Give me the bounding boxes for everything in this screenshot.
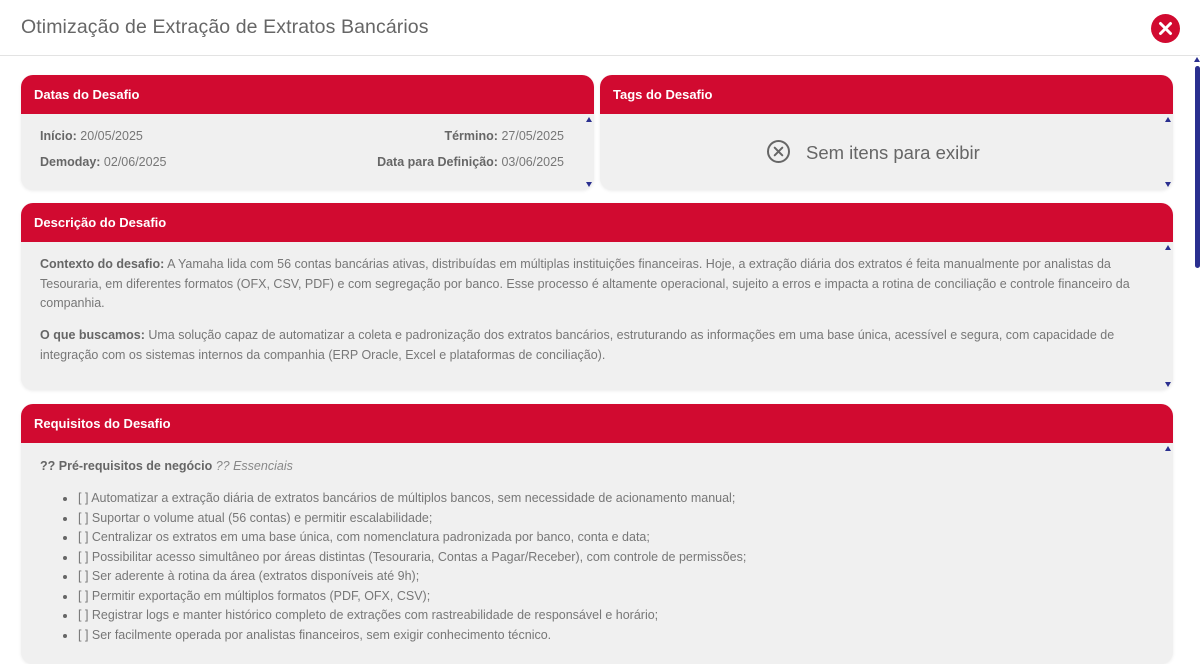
requirements-card-header: Requisitos do Desafio — [21, 404, 1173, 443]
tags-card: Tags do Desafio Sem itens para exibir — [600, 75, 1173, 190]
scroll-down-arrow-icon[interactable] — [586, 182, 592, 187]
context-text: A Yamaha lida com 56 contas bancárias at… — [40, 257, 1130, 310]
tags-card-title: Tags do Desafio — [613, 87, 713, 102]
list-item: [ ] Suportar o volume atual (56 contas) … — [62, 509, 746, 529]
start-date-label: Início: — [40, 129, 77, 143]
description-card-header: Descrição do Desafio — [21, 203, 1173, 242]
dates-card: Datas do Desafio Início: 20/05/2025 Térm… — [21, 75, 594, 190]
definition-date-field: Data para Definição: 03/06/2025 — [377, 155, 564, 169]
scroll-up-arrow-icon[interactable] — [1165, 117, 1171, 122]
close-icon — [1159, 22, 1172, 35]
list-item: [ ] Ser facilmente operada por analistas… — [62, 626, 746, 646]
scroll-down-arrow-icon[interactable] — [1165, 182, 1171, 187]
empty-state-text: Sem itens para exibir — [806, 142, 980, 163]
requirements-card-title: Requisitos do Desafio — [34, 416, 171, 431]
seek-paragraph: O que buscamos: Uma solução capaz de aut… — [40, 326, 1155, 365]
list-item: [ ] Centralizar os extratos em uma base … — [62, 528, 746, 548]
dates-card-header: Datas do Desafio — [21, 75, 594, 114]
start-date-field: Início: 20/05/2025 — [40, 129, 143, 143]
definition-date-label: Data para Definição: — [377, 155, 498, 169]
seek-label: O que buscamos: — [40, 328, 145, 342]
dates-card-title: Datas do Desafio — [34, 87, 140, 102]
context-paragraph: Contexto do desafio: A Yamaha lida com 5… — [40, 255, 1155, 314]
scroll-up-arrow-icon[interactable] — [1165, 245, 1171, 250]
end-date-label: Término: — [444, 129, 498, 143]
description-card: Descrição do Desafio Contexto do desafio… — [21, 203, 1173, 390]
description-card-title: Descrição do Desafio — [34, 215, 167, 230]
demoday-field: Demoday: 02/06/2025 — [40, 155, 166, 169]
start-date-value: 20/05/2025 — [80, 129, 143, 143]
list-item: [ ] Permitir exportação em múltiplos for… — [62, 587, 746, 607]
requirements-section-label: ?? Pré-requisitos de negócio — [40, 459, 213, 473]
modal-header: Otimização de Extração de Extratos Bancá… — [0, 0, 1200, 56]
list-item: [ ] Registrar logs e manter histórico co… — [62, 606, 746, 626]
list-item: [ ] Ser aderente à rotina da área (extra… — [62, 567, 746, 587]
scroll-up-arrow-icon[interactable] — [1194, 57, 1200, 62]
scroll-up-arrow-icon[interactable] — [586, 117, 592, 122]
scroll-down-arrow-icon[interactable] — [1165, 382, 1171, 387]
requirements-card: Requisitos do Desafio ?? Pré-requisitos … — [21, 404, 1173, 664]
requirements-list: [ ] Automatizar a extração diária de ext… — [62, 489, 746, 646]
circle-x-icon — [767, 140, 790, 163]
scrollbar-thumb[interactable] — [1195, 66, 1200, 268]
context-label: Contexto do desafio: — [40, 257, 165, 271]
demoday-label: Demoday: — [40, 155, 101, 169]
demoday-value: 02/06/2025 — [103, 155, 167, 169]
requirements-section-note: ?? Essenciais — [212, 459, 293, 473]
definition-date-value: 03/06/2025 — [501, 155, 564, 169]
end-date-value: 27/05/2025 — [501, 129, 564, 143]
close-button[interactable] — [1151, 14, 1180, 43]
requirements-section-heading: ?? Pré-requisitos de negócio ?? Essencia… — [40, 459, 293, 473]
seek-text: Uma solução capaz de automatizar a colet… — [40, 328, 1115, 362]
list-item: [ ] Possibilitar acesso simultâneo por á… — [62, 548, 746, 568]
modal-title: Otimização de Extração de Extratos Bancá… — [21, 16, 429, 38]
list-item: [ ] Automatizar a extração diária de ext… — [62, 489, 746, 509]
scroll-up-arrow-icon[interactable] — [1165, 446, 1171, 451]
end-date-field: Término: 27/05/2025 — [444, 129, 564, 143]
tags-card-header: Tags do Desafio — [600, 75, 1173, 114]
